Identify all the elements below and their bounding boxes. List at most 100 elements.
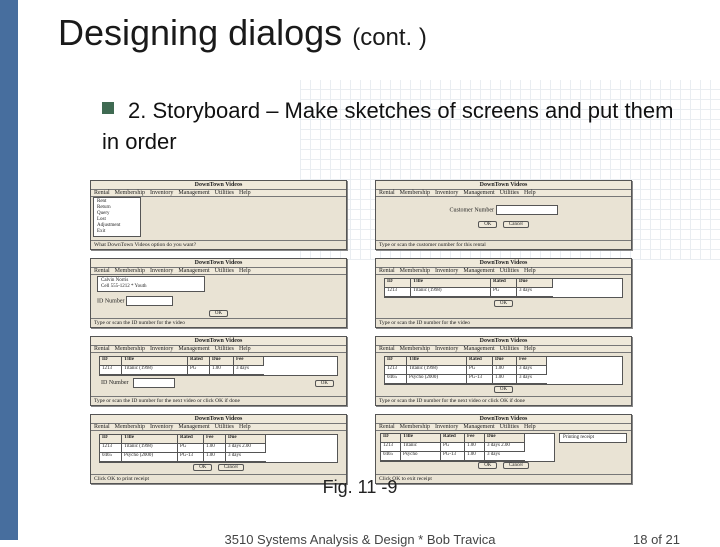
menu-item[interactable]: Help	[524, 190, 536, 196]
menu-item[interactable]: Utilities	[215, 424, 234, 430]
menu-item[interactable]: Membership	[115, 268, 145, 274]
status-bar: Type or scan the ID number for the video	[91, 318, 346, 327]
field-label: Customer Number	[450, 207, 495, 213]
menu-item[interactable]: Management	[463, 190, 494, 196]
menu-item[interactable]: Inventory	[150, 424, 173, 430]
menu-item[interactable]: Help	[239, 424, 251, 430]
menu-item[interactable]: Management	[463, 346, 494, 352]
menu-item[interactable]: Inventory	[150, 190, 173, 196]
cell: 0465	[100, 453, 122, 462]
menu-item[interactable]: Rental	[94, 424, 110, 430]
storyboard-sketch-6: DownTown Videos Rental Membership Invent…	[375, 336, 632, 406]
col: Due	[485, 434, 525, 443]
cell: 1.00	[493, 366, 517, 375]
field-label: ID Number	[97, 298, 125, 304]
menu-item[interactable]: Utilities	[215, 346, 234, 352]
col: Fee	[517, 357, 547, 366]
menu-item[interactable]: Management	[463, 424, 494, 430]
menu-item[interactable]: Help	[239, 268, 251, 274]
menu-item[interactable]: Inventory	[150, 346, 173, 352]
menu-item[interactable]: Membership	[115, 424, 145, 430]
cell: 1213	[100, 366, 122, 375]
cell: Psycho	[401, 452, 441, 461]
menu-item[interactable]: Help	[524, 424, 536, 430]
storyboard-sketch-3: DownTown Videos Rental Membership Invent…	[90, 258, 347, 328]
menu-item[interactable]: Management	[463, 268, 494, 274]
status-bar: Type or scan the ID number for the next …	[91, 396, 346, 405]
menu-item[interactable]: Management	[178, 424, 209, 430]
menu-item[interactable]: Rental	[379, 424, 395, 430]
cell: PG-13	[467, 375, 493, 384]
menu-item[interactable]: Rental	[94, 190, 110, 196]
customer-number-input[interactable]	[496, 205, 558, 215]
col-due: Due	[517, 279, 553, 288]
menu-item[interactable]: Inventory	[435, 424, 458, 430]
cell: 3 days	[517, 375, 547, 384]
window-menubar: Rental Membership Inventory Management U…	[91, 268, 346, 275]
col: Due	[493, 357, 517, 366]
cell: 3 days 2.00	[226, 444, 266, 453]
menu-item[interactable]: Utilities	[215, 190, 234, 196]
col: Rated	[441, 434, 465, 443]
menu-item[interactable]: Inventory	[435, 190, 458, 196]
slide: Designing dialogs (cont. ) 2. Storyboard…	[0, 0, 720, 540]
col-id: ID	[385, 279, 411, 288]
menu-item[interactable]: Membership	[115, 190, 145, 196]
menu-item[interactable]: Membership	[400, 424, 430, 430]
ok-button[interactable]: OK	[193, 464, 212, 471]
id-number-input[interactable]	[133, 378, 175, 388]
menu-item[interactable]: Help	[239, 346, 251, 352]
col: Fee	[234, 357, 264, 366]
col: Due	[226, 435, 266, 444]
menu-item[interactable]: Inventory	[435, 346, 458, 352]
menu-item[interactable]: Membership	[400, 346, 430, 352]
cell: Titanic (1998)	[122, 444, 178, 453]
menu-item[interactable]: Membership	[400, 268, 430, 274]
ok-button[interactable]: OK	[478, 221, 497, 228]
cell: PG	[188, 366, 210, 375]
window-titlebar: DownTown Videos	[91, 259, 346, 268]
menu-item[interactable]: Utilities	[215, 268, 234, 274]
menu-item[interactable]: Rental	[379, 346, 395, 352]
cell: PG	[467, 366, 493, 375]
cancel-button[interactable]: Cancel	[503, 462, 529, 469]
slide-title-cont: (cont. )	[352, 24, 427, 51]
ok-button[interactable]: OK	[315, 380, 334, 387]
window-titlebar: DownTown Videos	[91, 415, 346, 424]
menu-item[interactable]: Utilities	[500, 424, 519, 430]
ok-button[interactable]: OK	[494, 386, 513, 393]
menu-item[interactable]: Utilities	[500, 268, 519, 274]
menu-item[interactable]: Inventory	[435, 268, 458, 274]
cell: PG-13	[178, 453, 204, 462]
cancel-button[interactable]: Cancel	[503, 221, 529, 228]
menu-item[interactable]: Utilities	[500, 190, 519, 196]
ok-button[interactable]: OK	[494, 300, 513, 307]
menu-item[interactable]: Membership	[400, 190, 430, 196]
menu-item[interactable]: Management	[178, 346, 209, 352]
menu-item[interactable]: Management	[178, 190, 209, 196]
menu-item[interactable]: Management	[178, 268, 209, 274]
menu-item[interactable]: Rental	[94, 268, 110, 274]
menu-item[interactable]: Help	[524, 268, 536, 274]
dropdown-item[interactable]: Exit	[97, 229, 137, 235]
cell: Psycho (2000)	[407, 375, 467, 384]
id-number-input[interactable]	[126, 296, 173, 306]
ok-button[interactable]: OK	[209, 310, 228, 317]
menu-item[interactable]: Membership	[115, 346, 145, 352]
menu-item[interactable]: Help	[239, 190, 251, 196]
bullet-text: 2. Storyboard – Make sketches of screens…	[102, 98, 673, 154]
menu-item[interactable]: Rental	[94, 346, 110, 352]
ok-button[interactable]: OK	[478, 462, 497, 469]
status-bar: What DownTown Videos option do you want?	[91, 240, 346, 249]
status-bar: Type or scan the ID number for the next …	[376, 396, 631, 405]
status-bar: Type or scan the ID number for the video	[376, 318, 631, 327]
menu-item[interactable]: Inventory	[150, 268, 173, 274]
col: Fee	[465, 434, 485, 443]
menu-item[interactable]: Help	[524, 346, 536, 352]
menu-item[interactable]: Utilities	[500, 346, 519, 352]
window-menubar: Rental Membership Inventory Management U…	[376, 268, 631, 275]
cell: 1.00	[493, 375, 517, 384]
menu-item[interactable]: Rental	[379, 268, 395, 274]
cancel-button[interactable]: Cancel	[218, 464, 244, 471]
menu-item[interactable]: Rental	[379, 190, 395, 196]
